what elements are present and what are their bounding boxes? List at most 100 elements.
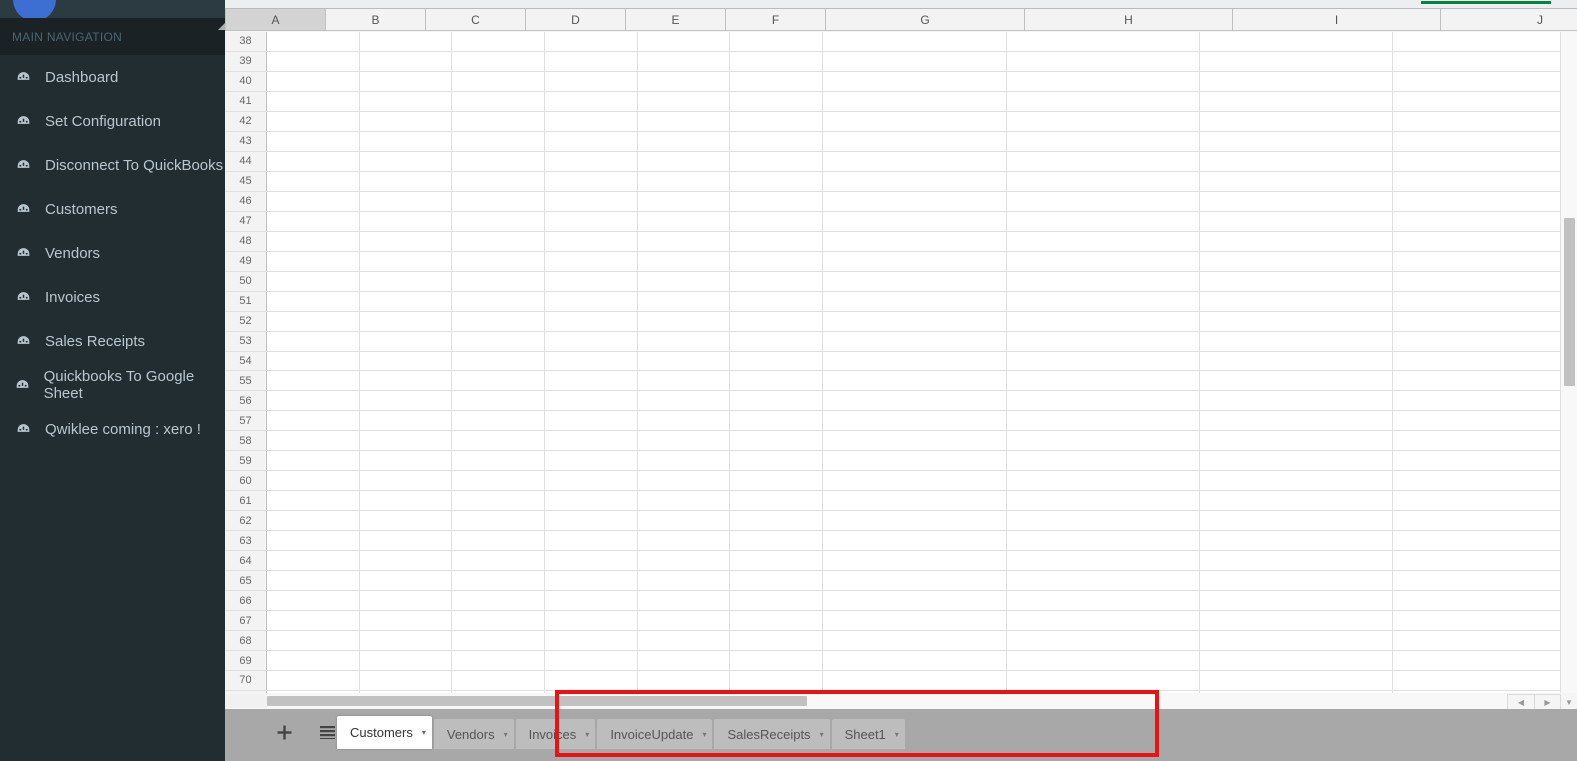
cell-E52[interactable]: [637, 311, 731, 331]
cell-D68[interactable]: [545, 631, 638, 651]
cell-I43[interactable]: [1200, 131, 1393, 151]
scroll-right-button[interactable]: ▶: [1534, 694, 1561, 710]
cell-A58[interactable]: [267, 431, 360, 451]
cell-J56[interactable]: [1392, 391, 1577, 411]
cell-G38[interactable]: [823, 32, 1008, 51]
cell-G53[interactable]: [823, 331, 1008, 351]
cell-J51[interactable]: [1392, 291, 1577, 311]
cell-H70[interactable]: [1007, 671, 1201, 690]
cell-A54[interactable]: [267, 351, 360, 371]
cell-D65[interactable]: [545, 571, 638, 591]
horizontal-scrollbar-thumb[interactable]: [267, 696, 807, 706]
cell-F49[interactable]: [730, 251, 824, 271]
cell-A63[interactable]: [267, 531, 360, 551]
cell-D70[interactable]: [545, 671, 638, 690]
cell-J60[interactable]: [1392, 471, 1577, 491]
cell-H59[interactable]: [1007, 451, 1201, 471]
cell-J42[interactable]: [1392, 111, 1577, 131]
cell-I67[interactable]: [1200, 611, 1393, 631]
cell-D39[interactable]: [545, 51, 638, 71]
cell-G52[interactable]: [823, 311, 1008, 331]
cell-C59[interactable]: [452, 451, 546, 471]
cell-J68[interactable]: [1392, 631, 1577, 651]
cell-E68[interactable]: [637, 631, 731, 651]
sheet-tab-salesreceipts[interactable]: SalesReceipts ▾: [714, 719, 830, 749]
avatar[interactable]: [13, 0, 56, 18]
cell-E65[interactable]: [637, 571, 731, 591]
cell-A40[interactable]: [267, 71, 360, 91]
row-header-67[interactable]: 67: [225, 611, 267, 631]
cell-I63[interactable]: [1200, 531, 1393, 551]
cell-F53[interactable]: [730, 331, 824, 351]
cell-B44[interactable]: [359, 151, 453, 171]
row-header-54[interactable]: 54: [225, 351, 267, 371]
cell-A64[interactable]: [267, 551, 360, 571]
cell-B54[interactable]: [359, 351, 453, 371]
chevron-down-icon[interactable]: ▾: [895, 730, 899, 739]
cell-G48[interactable]: [823, 231, 1008, 251]
cell-H47[interactable]: [1007, 211, 1201, 231]
cell-J40[interactable]: [1392, 71, 1577, 91]
cell-A41[interactable]: [267, 91, 360, 111]
column-header-I[interactable]: I: [1233, 9, 1441, 30]
cell-E57[interactable]: [637, 411, 731, 431]
cell-D66[interactable]: [545, 591, 638, 611]
cell-H68[interactable]: [1007, 631, 1201, 651]
cell-G61[interactable]: [823, 491, 1008, 511]
cell-B64[interactable]: [359, 551, 453, 571]
cell-F50[interactable]: [730, 271, 824, 291]
cell-B67[interactable]: [359, 611, 453, 631]
cell-I49[interactable]: [1200, 251, 1393, 271]
cell-B47[interactable]: [359, 211, 453, 231]
cell-F54[interactable]: [730, 351, 824, 371]
cell-D42[interactable]: [545, 111, 638, 131]
sidebar-item-quickbooks-to-google-sheet[interactable]: Quickbooks To Google Sheet: [0, 363, 225, 407]
cell-E71[interactable]: [637, 690, 731, 693]
cell-I60[interactable]: [1200, 471, 1393, 491]
cell-H65[interactable]: [1007, 571, 1201, 591]
cell-J52[interactable]: [1392, 311, 1577, 331]
column-header-D[interactable]: D: [526, 9, 626, 30]
cell-A51[interactable]: [267, 291, 360, 311]
cell-A46[interactable]: [267, 191, 360, 211]
cell-E49[interactable]: [637, 251, 731, 271]
cell-G67[interactable]: [823, 611, 1008, 631]
cell-F70[interactable]: [730, 671, 824, 690]
cell-B53[interactable]: [359, 331, 453, 351]
cell-C54[interactable]: [452, 351, 546, 371]
cell-E69[interactable]: [637, 651, 731, 670]
cell-B41[interactable]: [359, 91, 453, 111]
chevron-down-icon[interactable]: ▾: [820, 730, 824, 739]
cell-J64[interactable]: [1392, 551, 1577, 571]
cell-D55[interactable]: [545, 371, 638, 391]
row-header-51[interactable]: 51: [225, 291, 267, 311]
cell-D38[interactable]: [545, 32, 638, 51]
row-header-58[interactable]: 58: [225, 431, 267, 451]
cell-G70[interactable]: [823, 671, 1008, 690]
cell-G55[interactable]: [823, 371, 1008, 391]
cell-H63[interactable]: [1007, 531, 1201, 551]
cell-J71[interactable]: [1392, 690, 1577, 693]
cell-A39[interactable]: [267, 51, 360, 71]
row-header-46[interactable]: 46: [225, 191, 267, 211]
cell-H60[interactable]: [1007, 471, 1201, 491]
row-header-40[interactable]: 40: [225, 71, 267, 91]
cell-B66[interactable]: [359, 591, 453, 611]
cell-C57[interactable]: [452, 411, 546, 431]
cell-I56[interactable]: [1200, 391, 1393, 411]
cell-I54[interactable]: [1200, 351, 1393, 371]
cell-F40[interactable]: [730, 71, 824, 91]
cell-G50[interactable]: [823, 271, 1008, 291]
cell-A57[interactable]: [267, 411, 360, 431]
row-header-53[interactable]: 53: [225, 331, 267, 351]
cell-C62[interactable]: [452, 511, 546, 531]
grid-rows-container[interactable]: 38 39 40 41 42 43 44 45 46 47 48 49 50 51 52 53 54 55 56 57…: [225, 32, 1577, 693]
cell-F38[interactable]: [730, 32, 824, 51]
cell-A60[interactable]: [267, 471, 360, 491]
cell-E55[interactable]: [637, 371, 731, 391]
cell-B62[interactable]: [359, 511, 453, 531]
vertical-scrollbar-thumb[interactable]: [1564, 218, 1575, 386]
cell-D46[interactable]: [545, 191, 638, 211]
cell-H48[interactable]: [1007, 231, 1201, 251]
cell-C51[interactable]: [452, 291, 546, 311]
